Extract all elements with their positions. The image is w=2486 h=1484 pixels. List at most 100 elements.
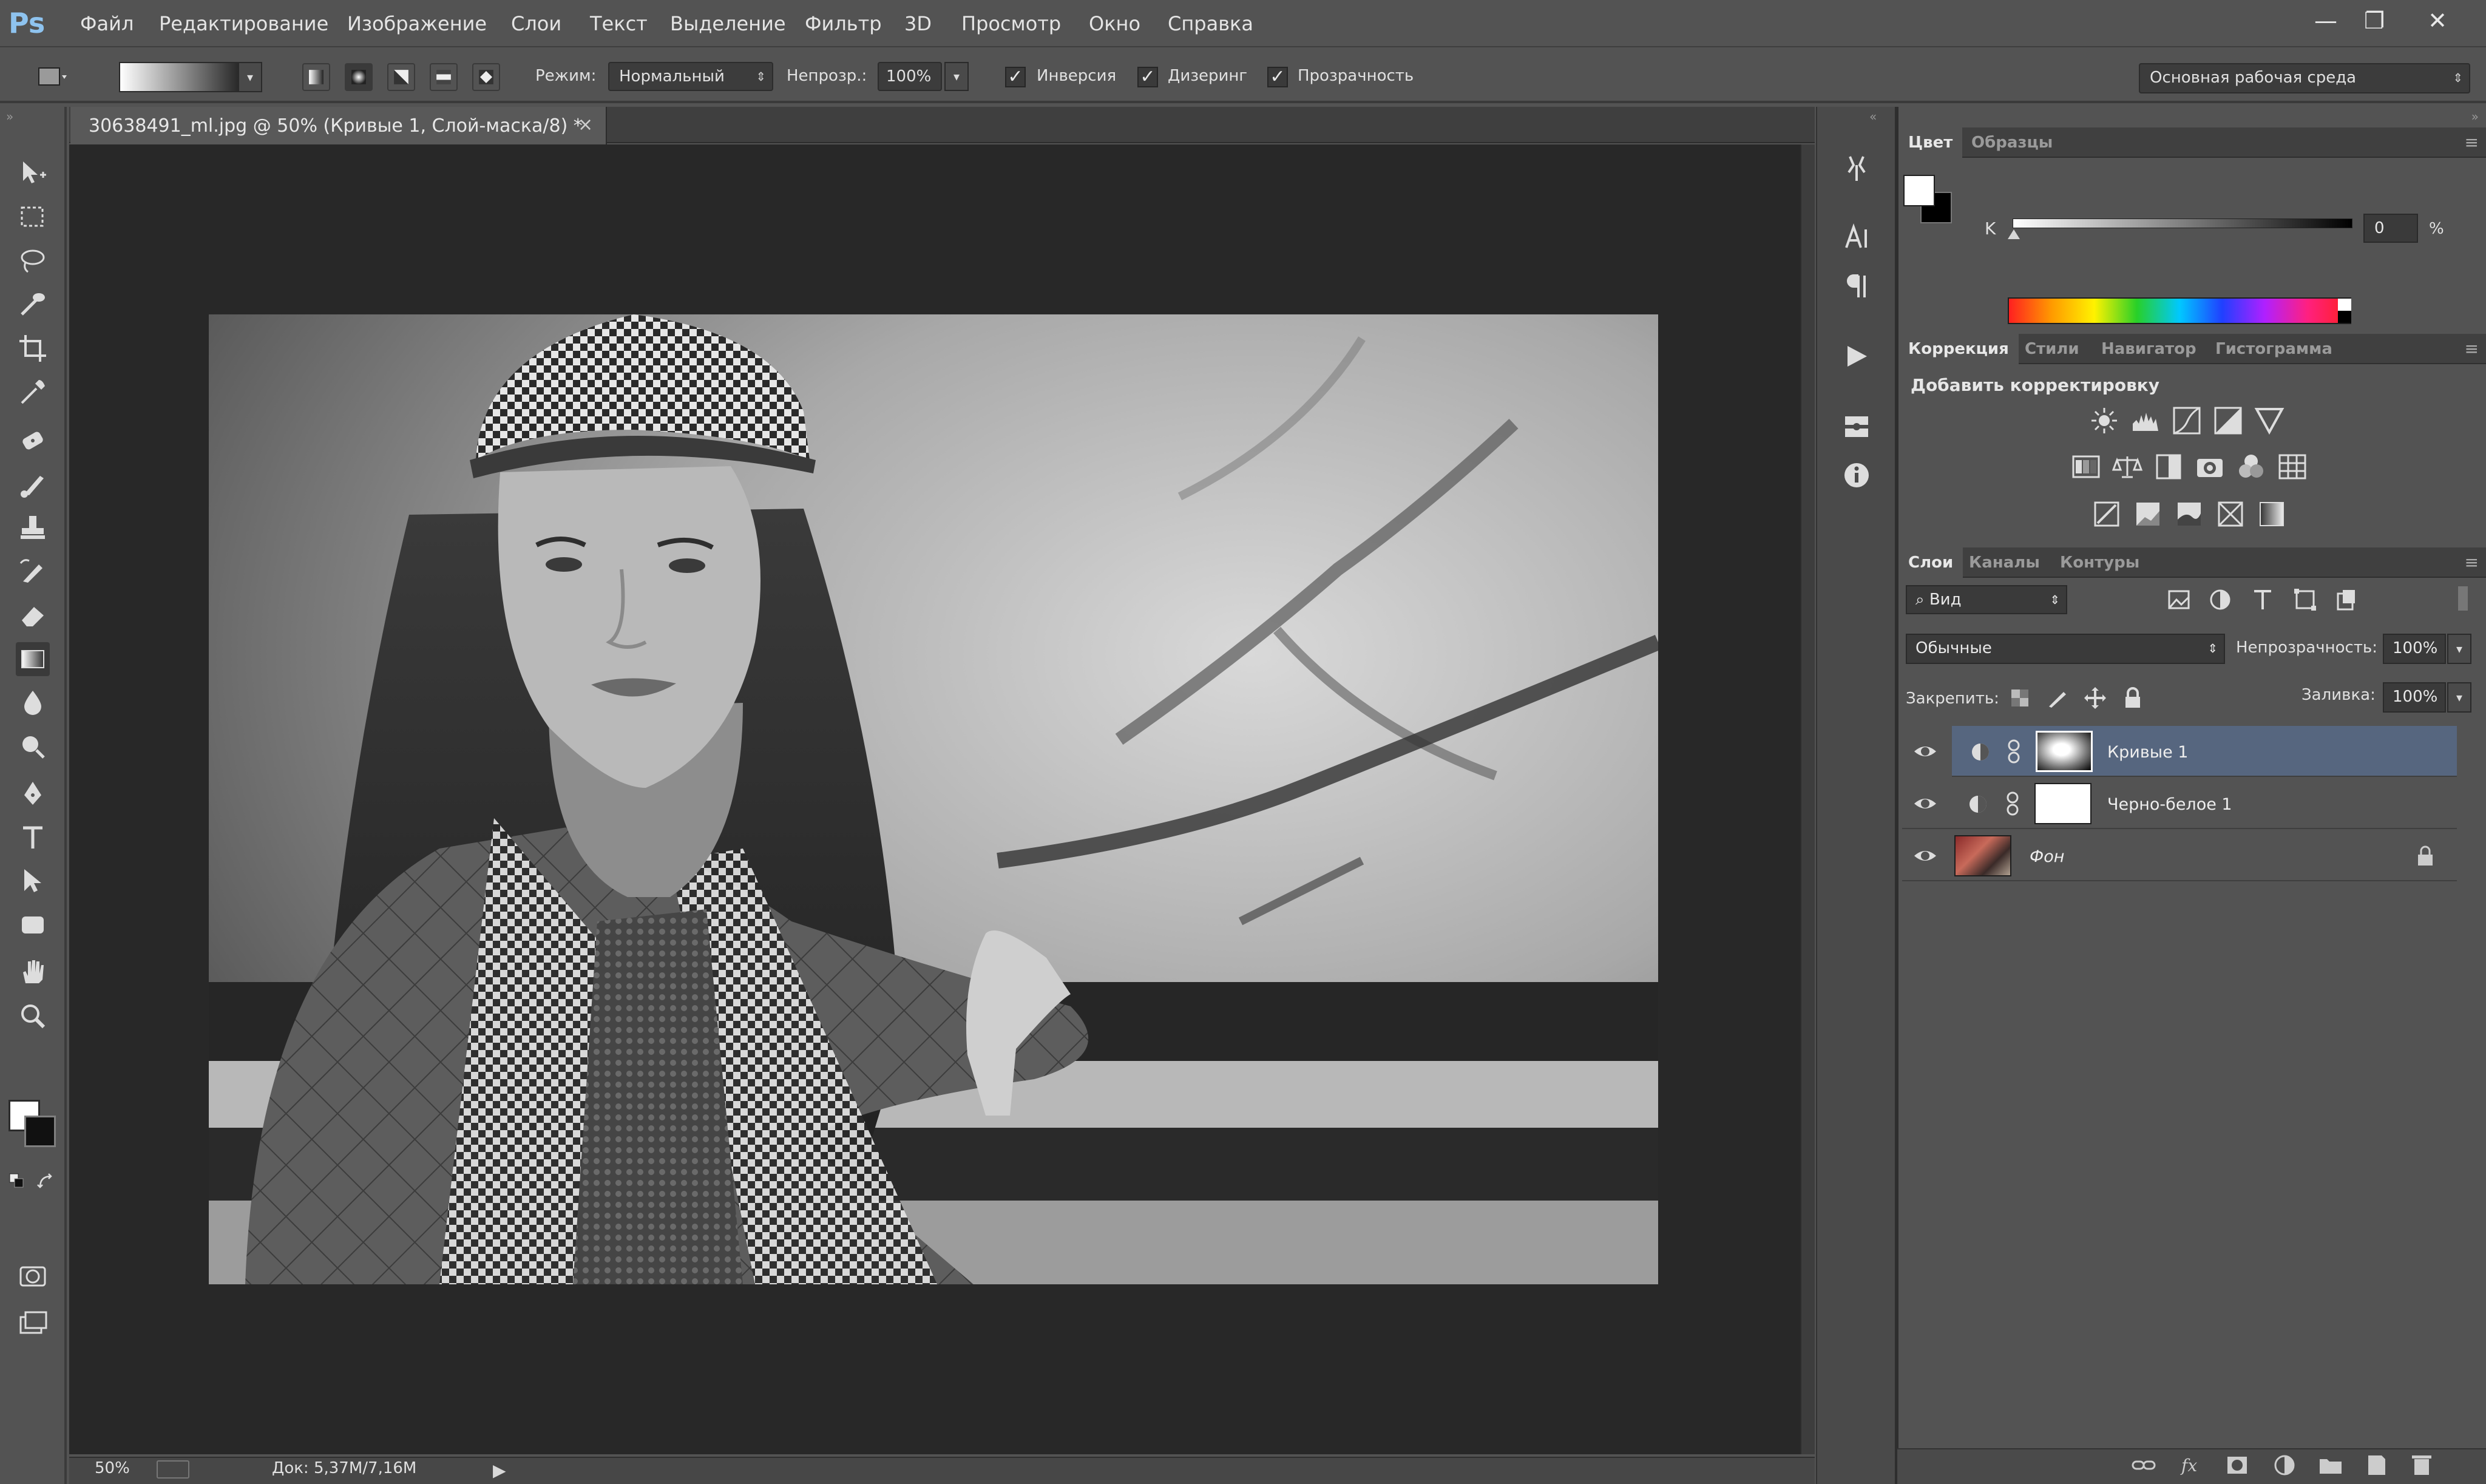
marquee-tool-icon[interactable] <box>16 200 50 234</box>
brightness-contrast-icon[interactable] <box>2089 405 2119 436</box>
eye-icon[interactable] <box>1913 791 1937 816</box>
tab-adjustments[interactable]: Коррекция <box>1898 334 2019 364</box>
mode-dropdown[interactable]: Нормальный ⇕ <box>608 62 773 91</box>
restore-button[interactable]: ❐ <box>2350 4 2399 38</box>
tab-layers[interactable]: Слои <box>1898 547 1963 578</box>
curves-icon[interactable] <box>2172 405 2202 436</box>
inversion-checkbox[interactable]: ✓ <box>1005 67 1026 87</box>
posterize-icon[interactable] <box>2133 499 2163 529</box>
collapse-arrows-icon[interactable]: » <box>6 109 13 124</box>
zoom-tool-icon[interactable] <box>16 999 50 1033</box>
k-value-input[interactable]: 0 <box>2363 214 2418 243</box>
link-layers-icon[interactable] <box>2130 1452 2157 1479</box>
fill-input[interactable]: 100% <box>2383 682 2446 713</box>
mask-link-icon[interactable] <box>2004 791 2021 816</box>
menu-filter[interactable]: Фильтр <box>805 0 882 47</box>
quick-selection-tool-icon[interactable] <box>16 288 50 322</box>
default-colors-icon[interactable] <box>8 1173 27 1191</box>
layer-name[interactable]: Черно-белое 1 <box>2107 795 2232 814</box>
lasso-tool-icon[interactable] <box>16 244 50 278</box>
exposure-icon[interactable] <box>2213 405 2243 436</box>
rectangle-tool-icon[interactable] <box>16 908 50 942</box>
blend-mode-dropdown[interactable]: Обычные ⇕ <box>1906 634 2225 664</box>
swap-colors-icon[interactable] <box>36 1173 55 1191</box>
levels-icon[interactable] <box>2130 405 2161 436</box>
layer-row-background[interactable]: Фон <box>1902 830 2457 881</box>
status-info-icon[interactable] <box>157 1460 189 1479</box>
background-color-swatch[interactable] <box>24 1116 56 1147</box>
tab-paths[interactable]: Контуры <box>2050 547 2149 578</box>
selective-color-icon[interactable] <box>2215 499 2246 529</box>
dodge-tool-icon[interactable] <box>16 730 50 764</box>
expand-arrows-icon[interactable]: « <box>1869 109 1877 124</box>
blur-tool-icon[interactable] <box>16 686 50 720</box>
eye-icon[interactable] <box>1913 739 1937 764</box>
menu-layers[interactable]: Слои <box>511 0 561 47</box>
filter-toggle-switch[interactable] <box>2458 586 2468 611</box>
vertical-scrollbar[interactable] <box>1800 144 1815 1454</box>
layer-row-curves[interactable]: Кривые 1 <box>1952 726 2457 777</box>
k-slider-thumb[interactable] <box>2008 229 2020 239</box>
menu-help[interactable]: Справка <box>1168 0 1253 47</box>
gradient-tool-icon[interactable] <box>16 642 50 676</box>
white-mask-thumbnail[interactable] <box>2034 783 2091 824</box>
actions-panel-icon[interactable] <box>1840 340 1873 373</box>
opacity-input[interactable]: 100% <box>878 62 942 91</box>
grayscale-portrait-photo[interactable] <box>209 314 1661 1284</box>
layer-row-black-white[interactable]: Черно-белое 1 <box>1902 778 2457 829</box>
close-document-button[interactable]: × <box>578 114 593 135</box>
linear-gradient-button[interactable] <box>302 63 330 91</box>
status-menu-arrow[interactable]: ▶ <box>493 1460 506 1480</box>
history-brush-tool-icon[interactable] <box>16 555 50 589</box>
filter-adjustment-layers-icon[interactable] <box>2207 586 2234 613</box>
hand-tool-icon[interactable] <box>16 955 50 989</box>
panel-menu-icon[interactable]: ≡ <box>2465 132 2479 152</box>
hue-saturation-icon[interactable] <box>2071 452 2101 482</box>
opacity-dropdown-arrow[interactable]: ▾ <box>944 62 969 91</box>
spectrum-white-swatch[interactable] <box>2338 299 2351 311</box>
lock-all-icon[interactable] <box>2121 686 2145 710</box>
lock-position-icon[interactable] <box>2083 686 2107 710</box>
delete-layer-icon[interactable] <box>2408 1452 2435 1479</box>
path-selection-tool-icon[interactable] <box>16 864 50 898</box>
add-mask-icon[interactable] <box>2224 1452 2251 1479</box>
menu-3d[interactable]: 3D <box>904 0 932 47</box>
diamond-gradient-button[interactable] <box>472 63 500 91</box>
angle-gradient-button[interactable] <box>387 63 415 91</box>
fill-arrow[interactable]: ▾ <box>2447 682 2471 713</box>
tab-channels[interactable]: Каналы <box>1959 547 2050 578</box>
filter-shape-layers-icon[interactable] <box>2292 586 2318 613</box>
color-spectrum-ramp[interactable] <box>2008 297 2351 324</box>
lock-image-pixels-icon[interactable] <box>2045 686 2070 710</box>
gradient-map-icon[interactable] <box>2257 499 2287 529</box>
crop-tool-icon[interactable] <box>16 331 50 365</box>
mask-link-icon[interactable] <box>2005 739 2022 764</box>
filter-smart-objects-icon[interactable] <box>2333 586 2360 613</box>
color-panel-foreground-swatch[interactable] <box>1903 175 1935 206</box>
tab-histogram[interactable]: Гистограмма <box>2206 334 2342 364</box>
layer-filter-dropdown[interactable]: ⌕ Вид ⇕ <box>1906 585 2067 614</box>
zoom-level-field[interactable]: 50% <box>95 1459 130 1477</box>
layer-effects-icon[interactable]: fx <box>2179 1452 2206 1479</box>
threshold-icon[interactable] <box>2174 499 2204 529</box>
menu-view[interactable]: Просмотр <box>961 0 1061 47</box>
layer-name[interactable]: Фон <box>2030 847 2064 866</box>
tool-presets-icon[interactable] <box>1840 152 1873 185</box>
move-tool-icon[interactable] <box>16 157 50 191</box>
new-group-icon[interactable] <box>2317 1452 2344 1479</box>
gradient-picker-arrow[interactable]: ▾ <box>238 62 262 92</box>
eraser-tool-icon[interactable] <box>16 598 50 632</box>
eyedropper-tool-icon[interactable] <box>16 375 50 409</box>
document-tab[interactable]: 30638491_ml.jpg @ 50% (Кривые 1, Слой-ма… <box>70 107 607 144</box>
type-tool-icon[interactable] <box>16 821 50 855</box>
radial-gradient-button[interactable] <box>345 63 373 91</box>
photo-thumbnail[interactable] <box>1954 835 2011 876</box>
vibrance-icon[interactable] <box>2254 405 2284 436</box>
tab-styles[interactable]: Стили <box>2015 334 2089 364</box>
dither-checkbox[interactable]: ✓ <box>1137 67 1158 87</box>
new-adjustment-layer-icon[interactable] <box>2271 1452 2298 1479</box>
healing-brush-tool-icon[interactable] <box>16 424 50 458</box>
collapse-panels-icon[interactable]: » <box>2471 109 2479 124</box>
menu-image[interactable]: Изображение <box>347 0 487 47</box>
menu-edit[interactable]: Редактирование <box>159 0 328 47</box>
